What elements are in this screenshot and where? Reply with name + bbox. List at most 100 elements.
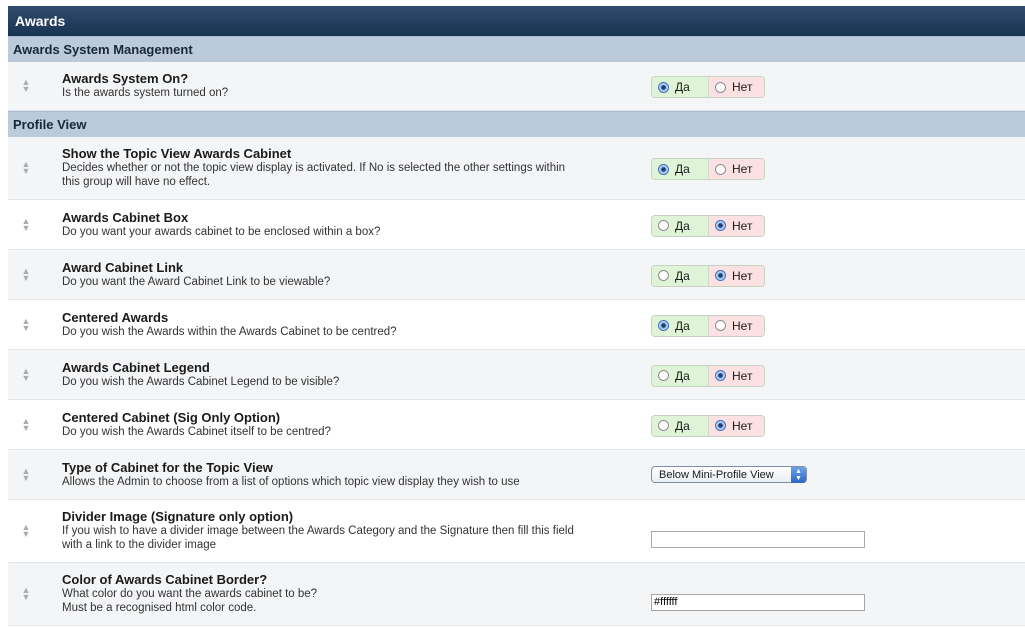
radio-button-no[interactable] [715,370,726,381]
cabinet-type-select[interactable]: Below Mini-Profile View ▲ ▼ [651,465,807,483]
setting-control: Да Нет [651,158,765,180]
radio-button-no[interactable] [715,320,726,331]
yes-option[interactable]: Да [652,77,709,97]
setting-description: If you wish to have a divider image betw… [62,525,574,537]
setting-row-centered-awards: ▲ ▼ Centered Awards Do you wish the Awards … [8,300,1025,350]
setting-control: Да Нет [651,76,765,98]
yes-option[interactable]: Да [652,365,709,386]
setting-row-awards-cabinet-box: ▲ ▼ Awards Cabinet Box Do you want your awa… [8,200,1025,250]
yes-label: Да [675,418,690,433]
radio-button-yes[interactable] [658,370,669,381]
divider-image-signature-only-option-input[interactable] [651,530,865,548]
yes-no-toggle: Да Нет [651,76,765,98]
setting-description: Decides whether or not the topic view di… [62,162,566,174]
no-label: Нет [732,80,753,94]
drag-handle-icon[interactable]: ▲ ▼ [21,160,31,176]
setting-control: Да Нет [651,314,765,337]
radio-button-yes[interactable] [658,420,669,431]
setting-description: Do you want the Award Cabinet Link to be… [62,276,331,288]
awards-panel: Awards Awards System Management ▲ ▼ Awards… [8,6,1025,626]
no-label: Нет [732,418,753,433]
radio-button-no[interactable] [715,220,726,231]
setting-row-type-of-cabinet-for-the-topic-view: ▲ ▼ Type of Cabinet for the Topic View Allo… [8,450,1025,500]
yes-option[interactable]: Да [652,315,709,336]
setting-title: Divider Image (Signature only option) [62,509,294,524]
setting-title: Color of Awards Cabinet Border? [62,572,268,587]
section-awards-system-management: Awards System Management ▲ ▼ Awards System… [8,36,1025,111]
select-arrows-icon[interactable]: ▲ ▼ [791,466,806,483]
no-label: Нет [732,318,753,333]
radio-button-no[interactable] [715,81,726,93]
setting-control: Да Нет [651,264,765,287]
setting-row-awards-system-on: ▲ ▼ Awards System On? Is the awards system … [8,62,1025,111]
drag-handle-icon[interactable]: ▲ ▼ [21,216,31,232]
select-value: Below Mini-Profile View [659,468,774,481]
setting-control: Да Нет [651,414,765,437]
drag-handle-icon[interactable]: ▲ ▼ [21,366,31,382]
drag-handle-icon[interactable]: ▲ ▼ [21,586,31,602]
section-profile-view: Profile View ▲ ▼ Show the Topic View Award… [8,111,1025,626]
yes-no-toggle: Да Нет [651,364,765,387]
setting-text: Color of Awards Cabinet Border? What colo… [62,573,317,615]
yes-label: Да [675,318,690,333]
drag-handle-icon[interactable]: ▲ ▼ [21,523,31,539]
yes-label: Да [675,162,690,176]
yes-no-toggle: Да Нет [651,264,765,287]
yes-option[interactable]: Да [652,215,709,236]
no-option[interactable]: Нет [709,77,764,97]
setting-row-show-the-topic-view-awards-cabinet: ▲ ▼ Show the Topic View Awards Cabinet Deci… [8,137,1025,200]
yes-option[interactable]: Да [652,159,709,179]
setting-control: Да Нет [651,214,765,237]
drag-handle-icon[interactable]: ▲ ▼ [21,78,31,94]
panel-title: Awards [8,6,1025,36]
setting-row-divider-image-signature-only-option: ▲ ▼ Divider Image (Signature only option) I… [8,500,1025,563]
radio-button-yes[interactable] [658,81,669,93]
drag-handle-icon[interactable]: ▲ ▼ [21,266,31,282]
setting-title: Centered Cabinet (Sig Only Option) [62,410,281,425]
yes-no-toggle: Да Нет [651,314,765,337]
setting-text: Type of Cabinet for the Topic View Allows… [62,461,520,489]
no-option[interactable]: Нет [709,159,764,179]
no-label: Нет [732,218,753,233]
setting-title: Awards Cabinet Legend [62,360,210,375]
radio-button-yes[interactable] [658,270,669,281]
setting-text: Award Cabinet Link Do you want the Award … [62,261,330,289]
setting-description: Allows the Admin to choose from a list o… [62,476,520,488]
setting-text: Centered Awards Do you wish the Awards wi… [62,311,397,339]
setting-description: Is the awards system turned on? [62,87,229,99]
setting-title: Centered Awards [62,310,169,325]
setting-text: Awards Cabinet Box Do you want your award… [62,211,380,239]
radio-button-yes[interactable] [658,220,669,231]
no-option[interactable]: Нет [709,415,764,436]
no-option[interactable]: Нет [709,315,764,336]
yes-no-toggle: Да Нет [651,158,765,180]
drag-handle-icon[interactable]: ▲ ▼ [21,316,31,332]
yes-option[interactable]: Да [652,265,709,286]
no-label: Нет [732,162,753,176]
setting-description: this group will have no effect. [62,176,211,188]
setting-title: Award Cabinet Link [62,260,184,275]
radio-button-no[interactable] [715,420,726,431]
setting-text: Show the Topic View Awards Cabinet Decide… [62,147,565,189]
radio-button-yes[interactable] [658,320,669,331]
drag-handle-icon[interactable]: ▲ ▼ [21,466,31,482]
setting-description: with a link to the divider image [62,539,217,551]
setting-control [651,530,865,548]
setting-description: Must be a recognised html color code. [62,602,257,614]
section-heading: Profile View [8,111,1025,137]
radio-button-no[interactable] [715,270,726,281]
color-of-awards-cabinet-border-input[interactable] [651,593,865,611]
radio-button-yes[interactable] [658,163,669,175]
setting-description: Do you want your awards cabinet to be en… [62,226,381,238]
section-heading: Awards System Management [8,36,1025,62]
no-option[interactable]: Нет [709,365,764,386]
radio-button-no[interactable] [715,163,726,175]
yes-option[interactable]: Да [652,415,709,436]
setting-control: Да Нет [651,364,765,387]
no-option[interactable]: Нет [709,215,764,236]
setting-title: Type of Cabinet for the Topic View [62,460,273,475]
no-option[interactable]: Нет [709,265,764,286]
drag-handle-icon[interactable]: ▲ ▼ [21,416,31,432]
setting-row-awards-cabinet-legend: ▲ ▼ Awards Cabinet Legend Do you wish the A… [8,350,1025,400]
yes-label: Да [675,368,690,383]
